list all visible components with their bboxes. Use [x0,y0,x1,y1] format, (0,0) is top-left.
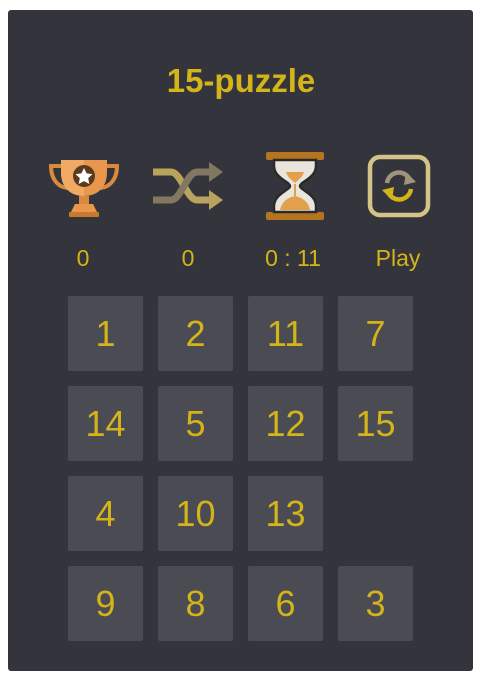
game-title: 15-puzzle [166,62,316,99]
tile[interactable]: 12 [248,386,323,461]
best-score-value: 0 [76,245,90,271]
tile[interactable]: 9 [68,566,143,641]
trophy-icon [47,150,121,224]
moves-count-value: 0 [181,245,195,271]
tile[interactable]: 8 [158,566,233,641]
tile[interactable]: 14 [68,386,143,461]
refresh-icon[interactable] [362,150,436,224]
tile[interactable]: 1 [68,296,143,371]
tile[interactable]: 7 [338,296,413,371]
tile[interactable]: 4 [68,476,143,551]
tile[interactable]: 15 [338,386,413,461]
tile[interactable]: 6 [248,566,323,641]
tile[interactable]: 5 [158,386,233,461]
tile[interactable]: 10 [158,476,233,551]
shuffle-icon[interactable] [151,150,225,224]
tile[interactable]: 2 [158,296,233,371]
tile[interactable]: 11 [248,296,323,371]
timer-value: 0 : 11 [265,245,321,271]
empty-slot [338,476,413,551]
tile[interactable]: 13 [248,476,323,551]
hourglass-icon [258,150,332,224]
tile[interactable]: 3 [338,566,413,641]
play-button[interactable]: Play [353,245,443,272]
